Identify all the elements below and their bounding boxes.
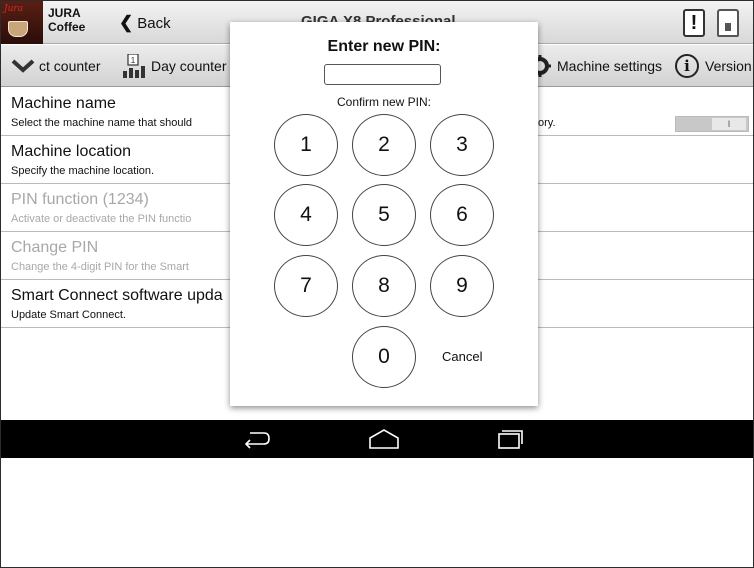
- pin-input[interactable]: [324, 64, 441, 85]
- back-label: Back: [137, 14, 171, 32]
- key-2[interactable]: 2: [352, 114, 416, 176]
- coffee-cup-icon: [8, 21, 28, 37]
- setting-description: Activate or deactivate the PIN functio: [11, 213, 192, 225]
- setting-description: Specify the machine location.: [11, 165, 155, 177]
- brand-name: JURA: [48, 6, 81, 20]
- setting-title: Machine name: [11, 95, 116, 112]
- tab-label: Day counter: [151, 58, 227, 74]
- dialog-title: Enter new PIN:: [327, 38, 441, 55]
- pin-dialog: Enter new PIN: Confirm new PIN: 1 2 3 4 …: [230, 22, 538, 406]
- logo-script: Jura: [4, 4, 24, 14]
- setting-title: PIN function (1234): [11, 191, 149, 208]
- info-icon: i: [675, 54, 699, 78]
- setting-title: Machine location: [11, 143, 132, 160]
- key-9[interactable]: 9: [430, 255, 494, 317]
- brand-subtitle: Coffee: [48, 20, 86, 34]
- key-8[interactable]: 8: [352, 255, 416, 317]
- key-0[interactable]: 0: [352, 326, 416, 388]
- setting-description: Change the 4-digit PIN for the Smart: [11, 261, 189, 273]
- tab-machine-settings[interactable]: Machine settings: [529, 45, 662, 87]
- tab-label: ct counter: [39, 58, 101, 74]
- tab-version[interactable]: i Version: [675, 45, 752, 87]
- key-5[interactable]: 5: [352, 184, 416, 246]
- cancel-button[interactable]: Cancel: [442, 349, 482, 364]
- key-4[interactable]: 4: [274, 184, 338, 246]
- setting-description-tail: ory.: [538, 117, 556, 129]
- back-button[interactable]: ❮ Back: [119, 13, 171, 33]
- chevron-down-icon: [11, 59, 35, 73]
- pin-function-toggle[interactable]: I: [675, 116, 749, 132]
- back-icon[interactable]: [244, 428, 270, 450]
- system-nav-bar: [1, 420, 753, 458]
- recent-apps-icon[interactable]: [497, 428, 523, 450]
- setting-description: Select the machine name that should: [11, 117, 193, 129]
- setting-title: Change PIN: [11, 239, 99, 256]
- home-icon[interactable]: [369, 428, 399, 450]
- tab-label: Machine settings: [557, 58, 663, 74]
- setting-description: Update Smart Connect.: [11, 309, 126, 321]
- tab-scroll-left[interactable]: [11, 45, 35, 87]
- confirm-pin-label: Confirm new PIN:: [336, 95, 432, 109]
- key-7[interactable]: 7: [274, 255, 338, 317]
- tab-day-counter[interactable]: 1 Day counter: [123, 45, 226, 87]
- app-screen: Jura JURA Coffee ❮ Back GIGA X8 Professi…: [0, 0, 754, 568]
- key-6[interactable]: 6: [430, 184, 494, 246]
- chevron-left-icon: ❮: [119, 13, 134, 32]
- setting-title: Smart Connect software upda: [11, 287, 223, 304]
- warning-icon[interactable]: !: [683, 9, 705, 37]
- toggle-knob: I: [712, 118, 746, 130]
- coffee-machine-icon[interactable]: [717, 9, 739, 37]
- svg-text:1: 1: [131, 56, 136, 65]
- day-counter-icon: 1: [123, 54, 145, 78]
- tab-product-counter[interactable]: ct counter: [39, 45, 100, 87]
- jura-logo: Jura: [1, 1, 43, 44]
- tab-label: Version: [705, 58, 752, 74]
- key-3[interactable]: 3: [430, 114, 494, 176]
- key-1[interactable]: 1: [274, 114, 338, 176]
